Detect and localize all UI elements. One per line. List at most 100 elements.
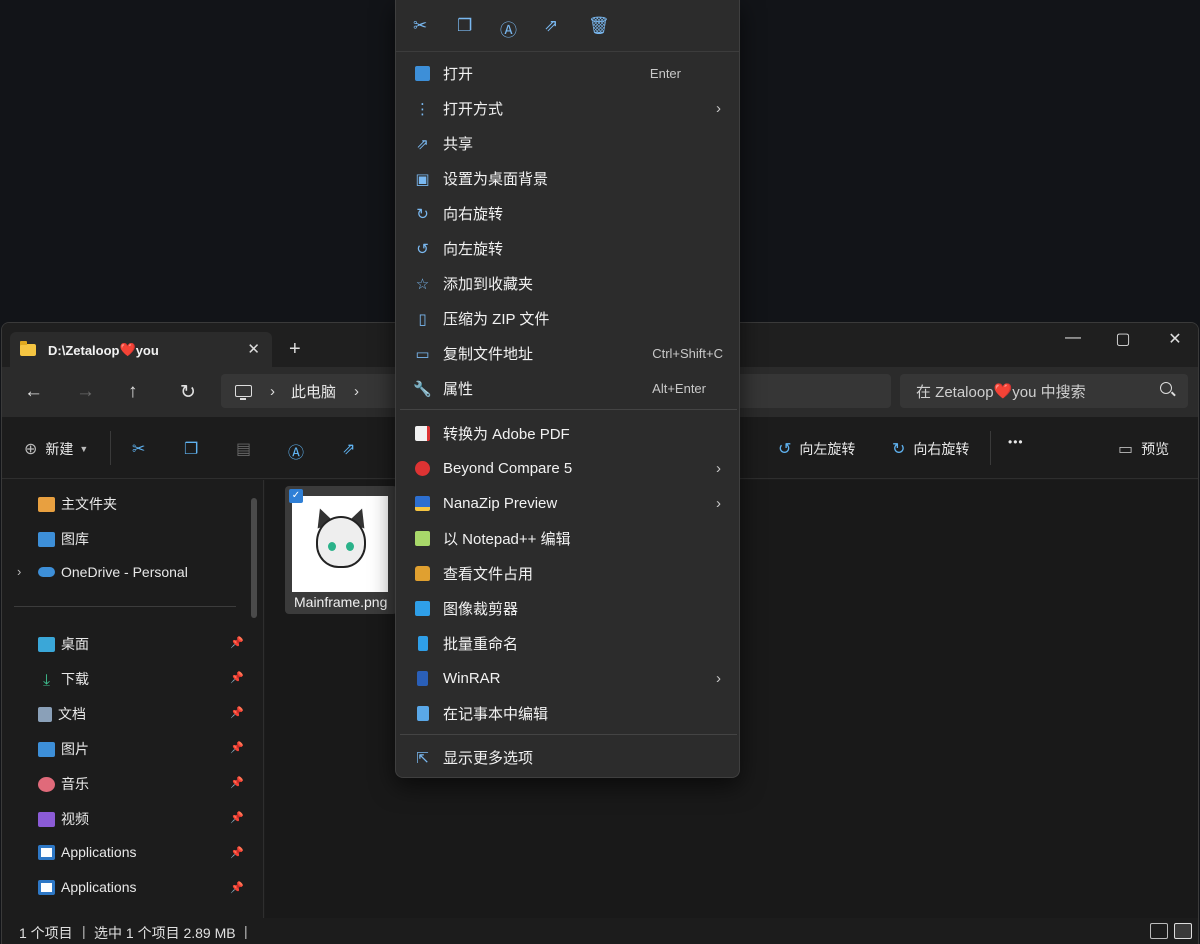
scrollbar[interactable]	[251, 498, 257, 618]
video-icon	[38, 811, 55, 827]
menu-item-winrar[interactable]: WinRAR ›	[396, 661, 739, 696]
preview-button[interactable]: ▭ 预览	[1118, 439, 1169, 459]
file-item[interactable]: ✓ Mainframe.png	[285, 486, 397, 614]
tab-close-icon[interactable]: ✕	[247, 340, 260, 358]
zip-icon: ▯	[418, 310, 427, 328]
star-icon: ☆	[415, 275, 430, 293]
rotate-right-button[interactable]: ↻ 向右旋转	[892, 439, 969, 459]
chevron-right-icon[interactable]: ›	[354, 383, 359, 400]
pin-icon[interactable]: 📌	[230, 846, 244, 859]
menu-item-properties[interactable]: 🔧 属性 Alt+Enter	[396, 371, 739, 406]
chevron-right-icon[interactable]: ›	[270, 383, 275, 400]
pin-icon[interactable]: 📌	[230, 776, 244, 789]
sidebar-item-pictures[interactable]: 图片	[38, 739, 89, 759]
sidebar-item-videos[interactable]: 视频	[38, 809, 89, 829]
rotate-left-button[interactable]: ↺ 向左旋转	[778, 439, 855, 459]
delete-icon[interactable]: 🗑	[588, 16, 610, 36]
wallpaper-icon: ▣	[415, 170, 430, 188]
search-placeholder-prefix: 在 Zetaloop	[916, 383, 994, 401]
menu-item-open-with[interactable]: ⋮ 打开方式 ›	[396, 91, 739, 126]
more-options-button[interactable]: •••	[1008, 435, 1024, 449]
copy-icon: ❐	[184, 441, 199, 458]
sidebar-item-gallery[interactable]: 图库	[38, 529, 89, 549]
pin-icon[interactable]: 📌	[230, 706, 244, 719]
new-tab-button[interactable]: +	[289, 338, 301, 361]
menu-item-file-lock[interactable]: 查看文件占用	[396, 556, 739, 591]
pin-icon[interactable]: 📌	[230, 671, 244, 684]
sidebar-item-label: OneDrive - Personal	[61, 564, 188, 580]
menu-item-image-cropper[interactable]: 图像裁剪器	[396, 591, 739, 626]
pin-icon[interactable]: 📌	[230, 636, 244, 649]
open-image-icon	[414, 65, 431, 82]
adobe-pdf-icon	[414, 425, 431, 442]
menu-item-share[interactable]: ⇗ 共享	[396, 126, 739, 161]
rotate-left-label: 向左旋转	[799, 441, 856, 457]
tiles-view-icon[interactable]	[1174, 923, 1192, 939]
status-divider: |	[82, 923, 86, 939]
menu-item-rotate-right[interactable]: ↻ 向右旋转	[396, 196, 739, 231]
copy-button[interactable]: ❐	[184, 439, 206, 459]
divider	[110, 431, 111, 465]
back-button[interactable]: ←	[24, 381, 43, 403]
menu-item-set-wallpaper[interactable]: ▣ 设置为桌面背景	[396, 161, 739, 196]
home-icon	[38, 496, 55, 512]
copy-icon[interactable]: ❐	[457, 16, 472, 36]
menu-item-beyond-compare[interactable]: Beyond Compare 5 ›	[396, 451, 739, 486]
menu-item-rotate-left[interactable]: ↺ 向左旋转	[396, 231, 739, 266]
menu-item-nanazip[interactable]: NanaZip Preview ›	[396, 486, 739, 521]
sidebar-item-music[interactable]: 音乐	[38, 774, 89, 794]
menu-item-copy-path[interactable]: ▭ 复制文件地址 Ctrl+Shift+C	[396, 336, 739, 371]
share-button[interactable]: ⇗	[342, 439, 363, 459]
sidebar-item-desktop[interactable]: 桌面	[38, 634, 89, 654]
refresh-button[interactable]: ↻	[180, 381, 196, 404]
folder-icon	[20, 341, 36, 356]
sidebar-item-home[interactable]: 主文件夹	[38, 494, 117, 514]
pin-icon[interactable]: 📌	[230, 881, 244, 894]
share-icon[interactable]: ⇗	[544, 16, 558, 36]
nanazip-icon	[414, 495, 431, 512]
pin-icon[interactable]: 📌	[230, 811, 244, 824]
checkbox[interactable]: ✓	[289, 489, 303, 503]
paste-button[interactable]: ▤	[236, 439, 259, 459]
menu-item-show-more-options[interactable]: ⇱ 显示更多选项	[396, 740, 739, 775]
sidebar-item-label: 视频	[61, 811, 89, 827]
menu-item-add-favorites[interactable]: ☆ 添加到收藏夹	[396, 266, 739, 301]
search-icon[interactable]	[1160, 382, 1172, 394]
sidebar-item-applications-2[interactable]: Applications	[38, 879, 137, 895]
divider	[990, 431, 991, 465]
rename-icon[interactable]: Ⓐ	[500, 16, 517, 41]
batch-rename-icon	[414, 635, 431, 652]
tab-zetaloop[interactable]: D:\Zetaloop ❤️ you ✕	[10, 332, 272, 368]
minimize-button[interactable]: —	[1050, 329, 1096, 347]
pin-icon[interactable]: 📌	[230, 741, 244, 754]
close-window-button[interactable]: ✕	[1152, 329, 1198, 349]
notepadpp-icon	[414, 530, 431, 547]
winrar-icon	[414, 670, 431, 687]
menu-item-open[interactable]: 打开 Enter	[396, 56, 739, 91]
cut-button[interactable]: ✂	[132, 439, 153, 459]
breadcrumb-this-pc[interactable]: 此电脑	[291, 381, 336, 402]
new-button[interactable]: ⊕ 新建 ▼	[24, 439, 88, 459]
menu-item-notepadpp[interactable]: 以 Notepad++ 编辑	[396, 521, 739, 556]
up-button[interactable]: ↑	[128, 381, 138, 403]
sidebar-item-onedrive[interactable]: OneDrive - Personal	[38, 564, 188, 580]
menu-item-edit-notepad[interactable]: 在记事本中编辑	[396, 696, 739, 731]
menu-item-compress-zip[interactable]: ▯ 压缩为 ZIP 文件	[396, 301, 739, 336]
rotate-right-icon: ↻	[416, 205, 429, 223]
details-view-icon[interactable]	[1150, 923, 1168, 939]
search-input[interactable]: 在 Zetaloop ❤️ you 中搜索	[900, 374, 1188, 408]
expand-chevron-icon[interactable]: ›	[17, 564, 21, 579]
music-icon	[38, 776, 55, 792]
maximize-button[interactable]: ▢	[1100, 329, 1146, 349]
rename-button[interactable]: Ⓐ	[288, 439, 312, 463]
chevron-down-icon: ▼	[79, 444, 89, 454]
sidebar-item-applications[interactable]: Applications	[38, 844, 137, 860]
sidebar-item-downloads[interactable]: ⤓ 下载	[38, 669, 89, 689]
menu-item-convert-pdf[interactable]: 转换为 Adobe PDF	[396, 416, 739, 451]
forward-button[interactable]: →	[76, 381, 95, 403]
sidebar-item-documents[interactable]: 文档	[38, 704, 86, 724]
menu-item-batch-rename[interactable]: 批量重命名	[396, 626, 739, 661]
sidebar-item-label: 主文件夹	[61, 496, 117, 512]
paste-icon: ▤	[236, 441, 252, 458]
cut-icon[interactable]: ✂	[413, 16, 427, 36]
